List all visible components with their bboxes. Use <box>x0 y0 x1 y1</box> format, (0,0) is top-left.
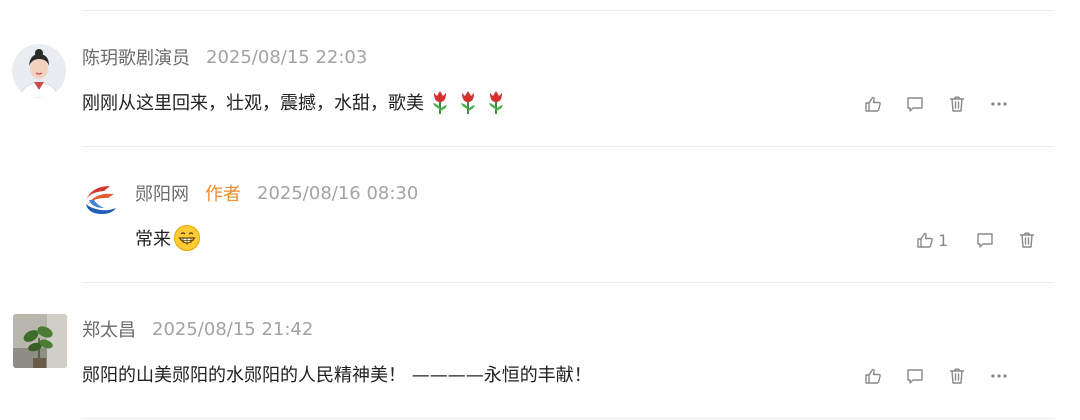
delete-button[interactable] <box>1016 229 1038 251</box>
avatar[interactable] <box>12 44 66 98</box>
thumbs-up-icon <box>865 368 881 384</box>
logo-icon <box>86 186 116 214</box>
trash-icon <box>949 96 965 112</box>
comment-actions <box>862 365 1010 387</box>
comment-icon <box>907 97 923 112</box>
comment-actions <box>862 93 1010 115</box>
comment-body: 常来 <box>135 229 171 250</box>
more-icon <box>991 102 1007 106</box>
reply-actions: 1 <box>916 229 1038 251</box>
tulip-icon <box>489 91 503 114</box>
avatar[interactable] <box>80 178 120 218</box>
author-badge: 作者 <box>205 184 241 205</box>
comment-text: 郧阳的山美郧阳的水郧阳的人民精神美！ ————永恒的丰献！ <box>82 360 592 388</box>
timestamp: 2025/08/16 08:30 <box>257 182 419 204</box>
comment-icon <box>977 233 993 248</box>
more-button[interactable] <box>988 365 1010 387</box>
avatar[interactable] <box>13 314 67 368</box>
more-button[interactable] <box>988 93 1010 115</box>
bottom-divider <box>82 418 1054 419</box>
timestamp: 2025/08/15 22:03 <box>206 46 368 68</box>
like-button[interactable] <box>862 365 884 387</box>
comment-divider <box>82 282 1054 283</box>
tulip-icon <box>461 91 475 114</box>
timestamp: 2025/08/15 21:42 <box>152 318 314 340</box>
reply-button[interactable] <box>904 93 926 115</box>
delete-button[interactable] <box>946 365 968 387</box>
thumbs-up-icon <box>917 232 933 248</box>
comment-icon <box>907 369 923 384</box>
thumbs-up-icon <box>865 96 881 112</box>
reply-meta: 郧阳网 作者 2025/08/16 08:30 <box>135 180 419 206</box>
top-divider <box>82 10 1054 11</box>
delete-button[interactable] <box>946 93 968 115</box>
grin-emoji-icon <box>174 225 200 251</box>
username[interactable]: 陈玥歌剧演员 <box>82 44 190 70</box>
more-icon <box>991 374 1007 378</box>
reply-button[interactable] <box>974 229 996 251</box>
trash-icon <box>1019 232 1035 248</box>
comment-body: 郧阳的山美郧阳的水郧阳的人民精神美！ ————永恒的丰献！ <box>82 365 592 386</box>
comment-meta: 陈玥歌剧演员 2025/08/15 22:03 <box>82 44 368 70</box>
like-button[interactable] <box>862 93 884 115</box>
like-button[interactable]: 1 <box>916 229 954 251</box>
trash-icon <box>949 368 965 384</box>
reply-divider <box>82 146 1054 147</box>
comment-body: 刚刚从这里回来，壮观，震撼，水甜，歌美 <box>82 93 424 114</box>
tulip-icon <box>433 91 447 114</box>
like-count: 1 <box>938 230 949 250</box>
reply-text: 常来 <box>135 223 201 253</box>
comment-text: 刚刚从这里回来，壮观，震撼，水甜，歌美 <box>82 88 508 116</box>
comment-meta: 郑太昌 2025/08/15 21:42 <box>82 316 314 342</box>
username[interactable]: 郧阳网 <box>135 180 189 206</box>
username[interactable]: 郑太昌 <box>82 316 136 342</box>
reply-button[interactable] <box>904 365 926 387</box>
